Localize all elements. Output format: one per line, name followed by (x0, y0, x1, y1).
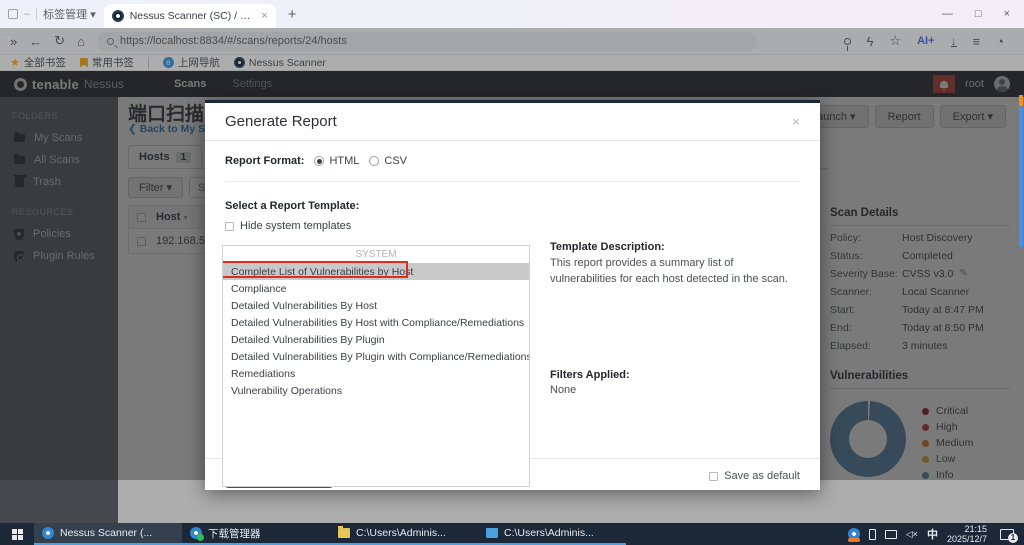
system-tray: ◁× 中 21:15 2025/12/7 1 (848, 524, 1024, 545)
nessus-favicon-icon (112, 10, 124, 22)
tray-date: 2025/12/7 (947, 534, 987, 544)
checkbox-icon[interactable] (225, 222, 234, 231)
tab-manager-button[interactable]: 标签管理 ▾ (43, 6, 96, 22)
hide-system-templates[interactable]: Hide system templates (225, 220, 800, 232)
scrollbar-thumb[interactable] (1019, 107, 1023, 247)
browser-toolbar: » ← → ↻ ⌂ https://localhost:8834/#/scans… (0, 28, 1024, 55)
browser-tab-active[interactable]: Nessus Scanner (SC) / Folde × (104, 4, 276, 28)
browser-tab-strip: – 标签管理 ▾ Nessus Scanner (SC) / Folde × +… (0, 0, 1024, 28)
template-option[interactable]: Remediations (223, 365, 529, 382)
save-as-default[interactable]: Save as default (709, 470, 800, 482)
notification-badge: 1 (1008, 533, 1018, 543)
browser-menu-icon[interactable] (8, 9, 18, 19)
annotation-red-box (222, 261, 408, 278)
collapse-icon[interactable]: – (24, 8, 30, 20)
taskbar-item-explorer[interactable]: C:\Users\Adminis... (330, 523, 478, 545)
template-description-text: This report provides a summary list of v… (550, 256, 800, 288)
report-format-label: Report Format: (225, 155, 304, 167)
start-button[interactable] (0, 523, 34, 545)
window-maximize-button[interactable]: □ (975, 8, 982, 20)
radio-icon (369, 156, 379, 166)
tray-phone-icon[interactable] (869, 529, 876, 540)
speaker-muted-icon[interactable]: ◁× (906, 529, 918, 540)
template-description-label: Template Description: (550, 241, 800, 253)
template-option[interactable]: Detailed Vulnerabilities By Plugin with … (223, 348, 529, 365)
window-minimize-button[interactable]: — (942, 8, 953, 20)
taskbar-item-nessus[interactable]: Nessus Scanner (... (34, 523, 182, 545)
scrollbar-marker-orange (1019, 95, 1023, 106)
template-option[interactable]: Detailed Vulnerabilities By Host with Co… (223, 314, 529, 331)
template-list: SYSTEM Complete List of Vulnerabilities … (222, 245, 530, 487)
tray-browser-icon[interactable] (848, 528, 860, 540)
clock[interactable]: 21:15 2025/12/7 (947, 524, 987, 545)
template-option[interactable]: Detailed Vulnerabilities By Host (223, 297, 529, 314)
close-icon[interactable]: × (792, 114, 800, 129)
browser-icon (42, 527, 54, 539)
tray-time: 21:15 (947, 524, 987, 534)
template-option[interactable]: Compliance (223, 280, 529, 297)
dialog-title: Generate Report (225, 113, 337, 130)
radio-selected-icon (314, 156, 324, 166)
download-manager-icon (190, 527, 202, 539)
generate-report-dialog: Generate Report × Report Format: HTML CS… (205, 100, 820, 490)
tab-title: Nessus Scanner (SC) / Folde (130, 10, 256, 22)
checkbox-icon[interactable] (709, 472, 718, 481)
template-option[interactable]: Vulnerability Operations (223, 382, 529, 399)
windows-logo-icon (12, 529, 23, 540)
tab-close-icon[interactable]: × (261, 10, 267, 22)
window-icon (486, 528, 498, 538)
taskbar-item-download-manager[interactable]: 下载管理器 (182, 523, 330, 545)
template-option-selected[interactable]: Complete List of Vulnerabilities by Host (223, 263, 529, 280)
notification-center-icon[interactable]: 1 (1000, 529, 1014, 540)
page-viewport: tenableNessus Scans Settings root FOLDER… (0, 71, 1024, 523)
divider (36, 8, 37, 20)
format-csv-radio[interactable]: CSV (369, 155, 407, 167)
windows-taskbar: Nessus Scanner (... 下载管理器 C:\Users\Admin… (0, 523, 1024, 545)
ime-indicator[interactable]: 中 (927, 526, 938, 542)
new-tab-button[interactable]: + (288, 6, 297, 23)
folder-icon (338, 528, 350, 538)
filters-applied-label: Filters Applied: (550, 369, 630, 381)
select-template-label: Select a Report Template: (225, 200, 800, 212)
template-option[interactable]: Detailed Vulnerabilities By Plugin (223, 331, 529, 348)
format-html-radio[interactable]: HTML (314, 155, 359, 167)
tray-network-icon[interactable] (885, 530, 897, 539)
window-close-button[interactable]: × (1004, 8, 1010, 20)
taskbar-item-window[interactable]: C:\Users\Adminis... (478, 523, 626, 545)
filters-applied-value: None (550, 384, 576, 396)
